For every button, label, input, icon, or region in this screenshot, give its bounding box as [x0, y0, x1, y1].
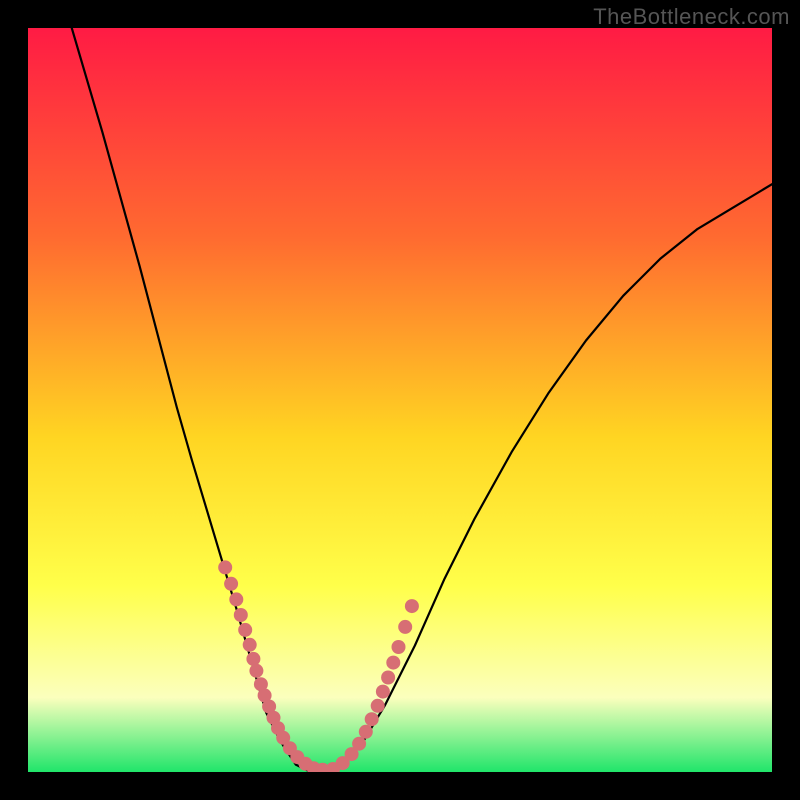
marker-dot: [381, 671, 395, 685]
marker-dot: [371, 699, 385, 713]
marker-dot: [405, 599, 419, 613]
marker-dot: [376, 685, 390, 699]
marker-dot: [386, 656, 400, 670]
marker-dot: [352, 737, 366, 751]
marker-dot: [243, 638, 257, 652]
marker-dot: [224, 577, 238, 591]
marker-dot: [392, 640, 406, 654]
marker-dot: [246, 652, 260, 666]
marker-dot: [234, 608, 248, 622]
gradient-background: [28, 28, 772, 772]
plot-area: [28, 28, 772, 772]
watermark-text: TheBottleneck.com: [593, 4, 790, 30]
marker-dot: [218, 560, 232, 574]
marker-dot: [249, 664, 263, 678]
marker-dot: [365, 712, 379, 726]
plot-svg: [28, 28, 772, 772]
marker-dot: [398, 620, 412, 634]
marker-dot: [238, 623, 252, 637]
marker-dot: [229, 592, 243, 606]
marker-dot: [359, 725, 373, 739]
chart-frame: TheBottleneck.com: [0, 0, 800, 800]
